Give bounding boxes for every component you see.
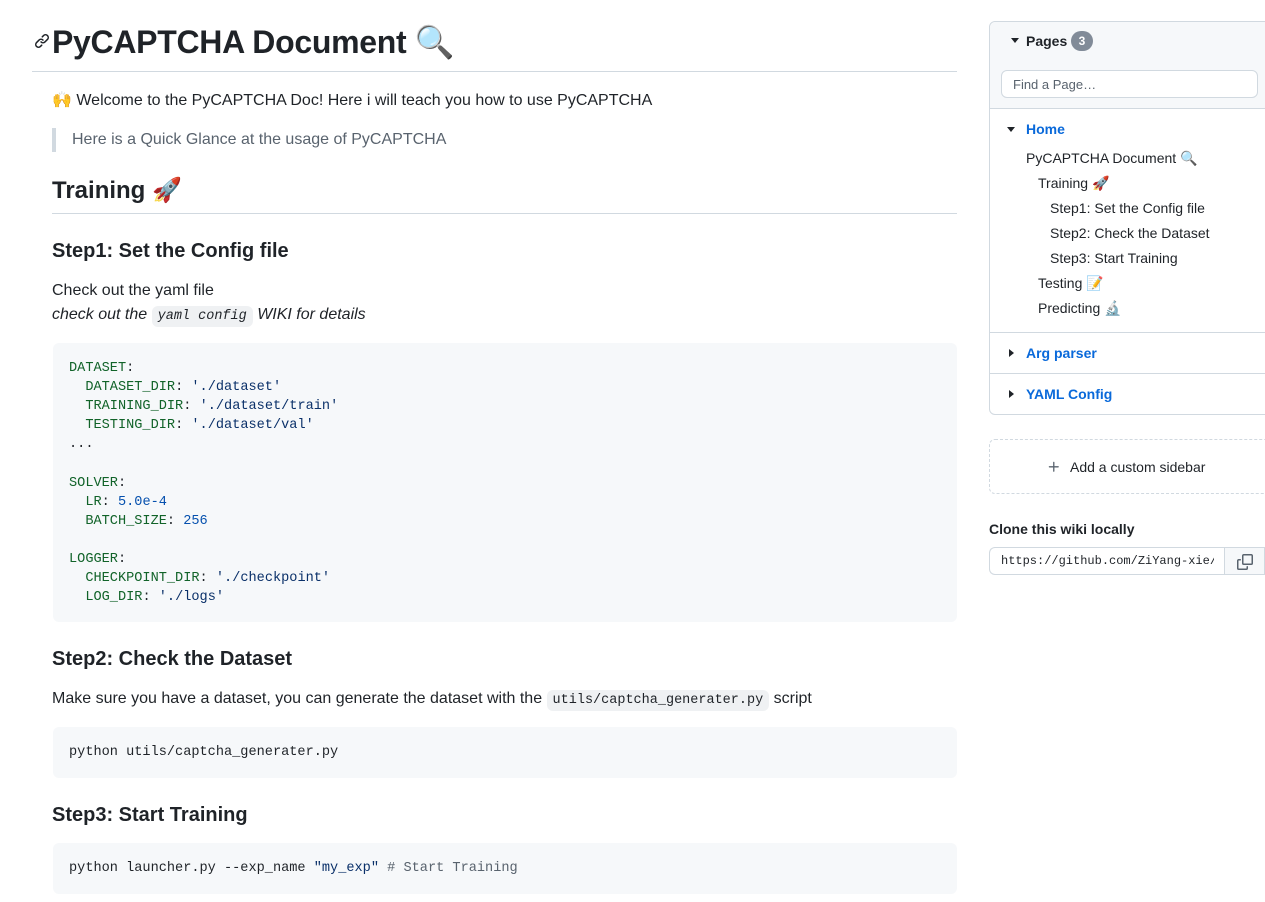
captcha-generater-code: utils/captcha_generater.py [546, 690, 770, 711]
arg-parser-section: Arg parser [990, 333, 1265, 374]
step2-text-post: script [769, 690, 812, 707]
sidebar-item-yaml-config[interactable]: YAML Config [1026, 384, 1112, 404]
config-value: 5.0e-4 [117, 494, 167, 510]
step2-heading: Step2: Check the Dataset [52, 648, 293, 670]
config-code-line: SOLVER: [69, 475, 127, 491]
yaml-config-caret-right-icon[interactable] [1009, 390, 1014, 398]
step3-cmd-pre: python launcher.py --exp_name [69, 861, 314, 876]
config-key: TESTING_DIR [85, 418, 176, 434]
config-key: CHECKPOINT_DIR [85, 571, 200, 587]
config-value: './dataset/val' [191, 418, 314, 434]
find-page-input[interactable] [1001, 70, 1258, 98]
config-key: DATASET_DIR [85, 380, 176, 396]
step2-text: Make sure you have a dataset, you can ge… [52, 687, 812, 713]
step1-heading: Step1: Set the Config file [52, 240, 289, 262]
step2-command: python utils/captcha_generater.py [69, 745, 339, 760]
toc-item-training[interactable]: Training 🚀 [1038, 173, 1109, 193]
config-code-line: DATASET: [69, 361, 135, 376]
toc-item-step2[interactable]: Step2: Check the Dataset [1050, 223, 1210, 243]
config-code-line: CHECKPOINT_DIR: './checkpoint' [85, 571, 331, 587]
step3-heading: Step3: Start Training [52, 804, 248, 826]
toc-item-testing[interactable]: Testing 📝 [1038, 273, 1104, 293]
pages-caret-down-icon[interactable] [1011, 38, 1019, 43]
home-tree-section: Home PyCAPTCHA Document 🔍 Training 🚀 Ste… [990, 109, 1265, 332]
pages-sidebar: Pages 3 Home PyCAPTCHA Document 🔍 Traini… [989, 21, 1265, 415]
clone-wiki-title: Clone this wiki locally [989, 521, 1135, 537]
add-custom-sidebar-label: Add a custom sidebar [1070, 459, 1206, 475]
add-custom-sidebar-button[interactable]: Add a custom sidebar [989, 439, 1265, 494]
config-code-line: ... [69, 437, 94, 453]
copy-icon [1237, 554, 1253, 570]
pages-count-badge: 3 [1071, 31, 1093, 51]
sidebar-item-arg-parser[interactable]: Arg parser [1026, 343, 1097, 363]
link-anchor-icon[interactable] [34, 33, 50, 49]
clone-url-input[interactable] [989, 547, 1225, 575]
config-key: LOG_DIR [85, 590, 143, 606]
yaml-config-code: yaml config [151, 306, 253, 327]
step3-cmd-comment: # Start Training [379, 861, 518, 876]
step1-line2-post: WIKI for details [252, 306, 366, 323]
config-value: './logs' [158, 590, 225, 606]
copy-url-button[interactable] [1224, 547, 1265, 575]
config-code-line: LR: 5.0e-4 [85, 494, 167, 510]
config-value: './checkpoint' [215, 571, 331, 587]
config-key: DATASET [69, 361, 127, 376]
home-caret-down-icon[interactable] [1007, 127, 1015, 132]
config-key: SOLVER [69, 475, 118, 491]
toc-item-document[interactable]: PyCAPTCHA Document 🔍 [1026, 148, 1197, 168]
plus-icon [1048, 461, 1059, 472]
quick-glance-quote: Here is a Quick Glance at the usage of P… [52, 128, 446, 152]
step2-text-pre: Make sure you have a dataset, you can ge… [52, 690, 547, 707]
config-code-line [69, 531, 941, 550]
config-code-line: DATASET_DIR: './dataset' [85, 380, 282, 396]
config-code-line: TESTING_DIR: './dataset/val' [85, 418, 314, 434]
config-value: 256 [183, 513, 208, 529]
toc-item-predicting[interactable]: Predicting 🔬 [1038, 298, 1122, 318]
config-code-line: LOG_DIR: './logs' [85, 590, 225, 606]
config-code-line: TRAINING_DIR: './dataset/train' [85, 399, 339, 415]
config-code-block: DATASET: DATASET_DIR: './dataset' TRAINI… [53, 343, 957, 622]
arg-parser-caret-right-icon[interactable] [1009, 349, 1014, 357]
page-title-block: PyCAPTCHA Document 🔍 [32, 22, 957, 72]
config-key: BATCH_SIZE [85, 513, 167, 529]
config-code-line [69, 454, 941, 473]
training-heading: Training 🚀 [52, 177, 182, 204]
config-key: TRAINING_DIR [85, 399, 184, 415]
yaml-config-section: YAML Config [990, 374, 1265, 415]
config-key: LOGGER [69, 551, 118, 567]
pages-title[interactable]: Pages [1026, 31, 1067, 51]
config-code-line: BATCH_SIZE: 256 [85, 513, 208, 529]
toc-item-step1[interactable]: Step1: Set the Config file [1050, 198, 1205, 218]
config-value: './dataset/train' [199, 399, 339, 415]
step1-line2: check out the yaml config WIKI for detai… [52, 303, 366, 329]
training-section-heading: Training 🚀 [52, 176, 957, 214]
config-code-line: LOGGER: [69, 551, 127, 567]
toc-item-step3[interactable]: Step3: Start Training [1050, 248, 1178, 268]
step3-command-block: python launcher.py --exp_name "my_exp" #… [53, 843, 957, 894]
step1-line2-pre: check out the [52, 306, 152, 323]
step2-command-block: python utils/captcha_generater.py [53, 727, 957, 778]
page-title: PyCAPTCHA Document 🔍 [52, 24, 455, 60]
welcome-text: 🙌 Welcome to the PyCAPTCHA Doc! Here i w… [52, 92, 653, 109]
step3-cmd-string: "my_exp" [313, 861, 379, 876]
pages-header: Pages 3 [990, 22, 1265, 109]
config-key: LR [85, 494, 102, 510]
step1-line1: Check out the yaml file [52, 282, 214, 299]
config-value: './dataset' [191, 380, 282, 396]
sidebar-item-home[interactable]: Home [1026, 119, 1065, 139]
